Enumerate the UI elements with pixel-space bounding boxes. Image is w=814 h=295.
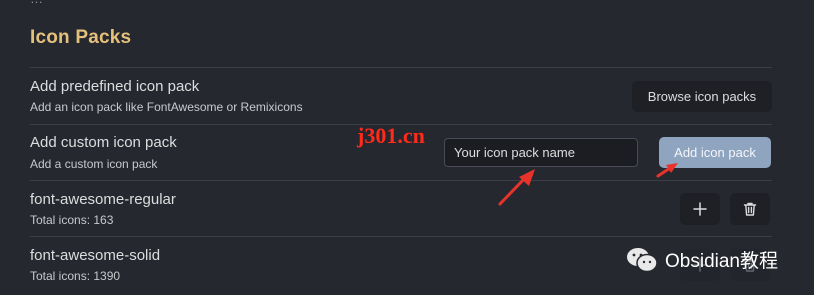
divider (30, 67, 772, 68)
trash-icon (743, 202, 757, 216)
add-icon-button[interactable] (680, 193, 720, 225)
setting-name: Add predefined icon pack (30, 78, 200, 95)
wechat-badge-text: Obsidian教程 (665, 251, 778, 272)
delete-pack-button[interactable] (730, 193, 770, 225)
annotation-arrow (498, 169, 535, 206)
plus-icon (693, 202, 707, 216)
browse-icon-packs-button[interactable]: Browse icon packs (632, 81, 772, 112)
pack-name: font-awesome-regular (30, 191, 176, 208)
setting-description: Add an icon pack like FontAwesome or Rem… (30, 100, 303, 114)
annotation-arrow (656, 163, 678, 178)
divider (30, 180, 772, 181)
top-partial-text: … (30, 0, 43, 6)
setting-name: Add custom icon pack (30, 134, 177, 151)
icon-pack-name-input[interactable]: Your icon pack name (444, 138, 638, 167)
watermark: j301.cn (357, 123, 425, 148)
pack-icon-count: Total icons: 163 (30, 213, 114, 227)
section-title: Icon Packs (30, 27, 132, 48)
pack-icon-count: Total icons: 1390 (30, 269, 121, 283)
wechat-icon (627, 247, 658, 272)
pack-name: font-awesome-solid (30, 247, 161, 264)
divider (30, 236, 772, 237)
setting-description: Add a custom icon pack (30, 157, 158, 171)
wechat-badge: Obsidian教程 (626, 246, 778, 273)
